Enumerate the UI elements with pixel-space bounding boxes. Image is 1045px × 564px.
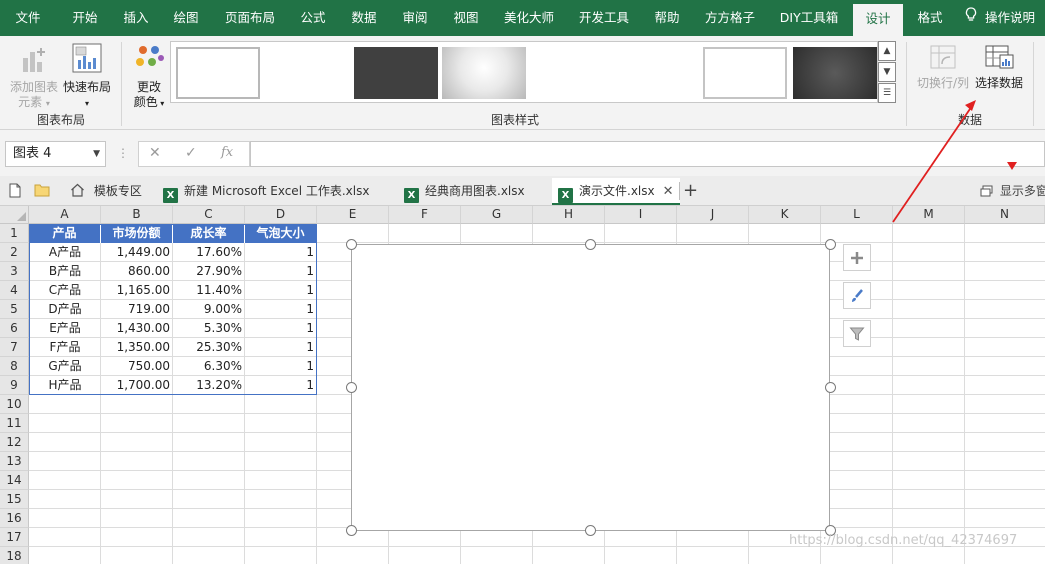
annotation-arrow-line (892, 105, 973, 223)
annotation-arrows (892, 100, 1017, 223)
annotation-arrow-head (965, 100, 976, 111)
watermark: https://blog.csdn.net/qq_42374697 (789, 533, 1018, 548)
annotation-marker (1007, 162, 1017, 170)
